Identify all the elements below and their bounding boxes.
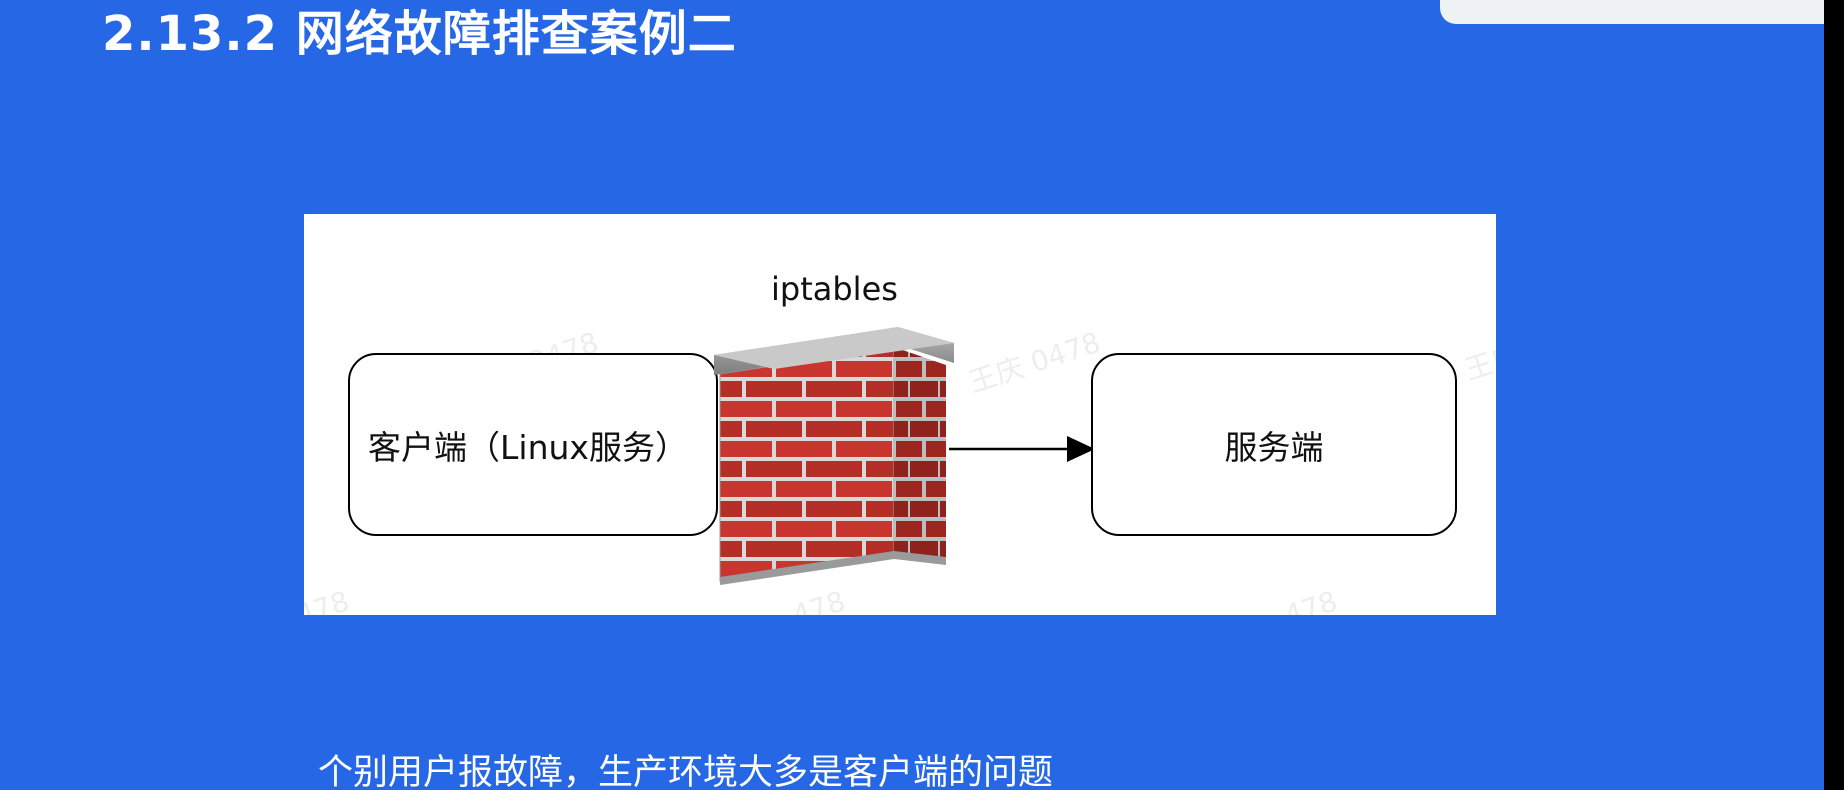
brick-wall-icon <box>714 327 954 585</box>
watermark: 王庆 <box>1460 338 1496 387</box>
network-diagram: 王庆 0478 王庆 0478 王庆 478 478 478 客户端（Linux… <box>304 214 1496 615</box>
slide: 2.13.2 网络故障排查案例二 王庆 0478 王庆 0478 王庆 478 … <box>0 0 1824 790</box>
firewall-label: iptables <box>771 270 898 308</box>
server-node: 服务端 <box>1091 353 1457 536</box>
watermark: 478 <box>1280 584 1342 615</box>
slide-subtitle: 个别用户报故障，生产环境大多是客户端的问题 <box>318 753 1054 790</box>
watermark: 478 <box>788 584 850 615</box>
watermark: 478 <box>304 584 354 615</box>
client-label: 客户端（Linux服务） <box>368 427 688 467</box>
client-node: 客户端（Linux服务） <box>348 353 718 536</box>
corner-panel <box>1440 0 1824 24</box>
arrow-right-icon <box>949 436 1095 462</box>
screen-edge <box>1824 0 1844 790</box>
server-label: 服务端 <box>1224 427 1324 467</box>
slide-title: 2.13.2 网络故障排查案例二 <box>102 6 737 62</box>
watermark: 王庆 0478 <box>964 325 1105 400</box>
